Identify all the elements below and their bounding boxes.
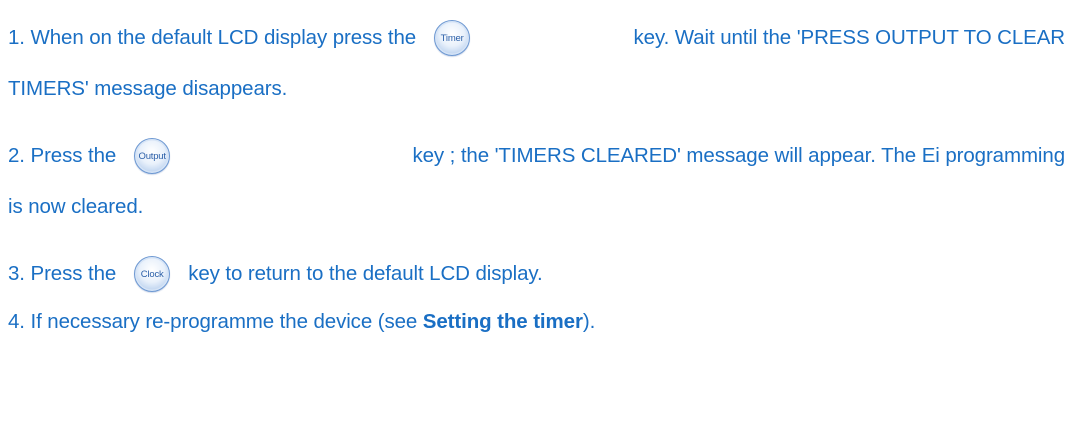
step-3-text-before: 3. Press the [8, 262, 117, 285]
output-key-label: Output [138, 150, 167, 162]
step-1-text-after: key. Wait until the 'PRESS OUTPUT TO CLE… [633, 26, 1066, 49]
step-1-text-before: 1. When on the default LCD display press… [8, 26, 417, 49]
clock-key-label: Clock [140, 268, 164, 280]
step-2-text-before: 2. Press the [8, 144, 117, 167]
step-4-text-after: ). [582, 310, 596, 333]
step-3-text-after: key to return to the default LCD display… [188, 262, 543, 285]
step-4-line: 4. If necessary re-programme the device … [8, 302, 595, 342]
setting-the-timer-link[interactable]: Setting the timer [423, 310, 583, 334]
step-1-line-1: 1. When on the default LCD display press… [8, 18, 1065, 58]
instructions-page: 1. When on the default LCD display press… [0, 0, 1072, 426]
timer-key-label: Timer [440, 32, 464, 44]
output-key-icon: Output [134, 138, 171, 174]
step-3-line: 3. Press the Clock key to return to the … [8, 254, 543, 294]
step-2-line-1: 2. Press the Output key ; the 'TIMERS CL… [8, 136, 1065, 176]
step-2-line-2: is now cleared. [8, 187, 143, 227]
step-1-continuation: TIMERS' message disappears. [8, 77, 288, 100]
step-1-line-2: TIMERS' message disappears. [8, 69, 287, 109]
clock-key-icon: Clock [134, 256, 171, 292]
step-2-text-after: key ; the 'TIMERS CLEARED' message will … [412, 144, 1065, 167]
step-2-continuation: is now cleared. [8, 195, 144, 218]
timer-key-icon: Timer [434, 20, 471, 56]
step-4-text-before: 4. If necessary re-programme the device … [8, 310, 423, 333]
